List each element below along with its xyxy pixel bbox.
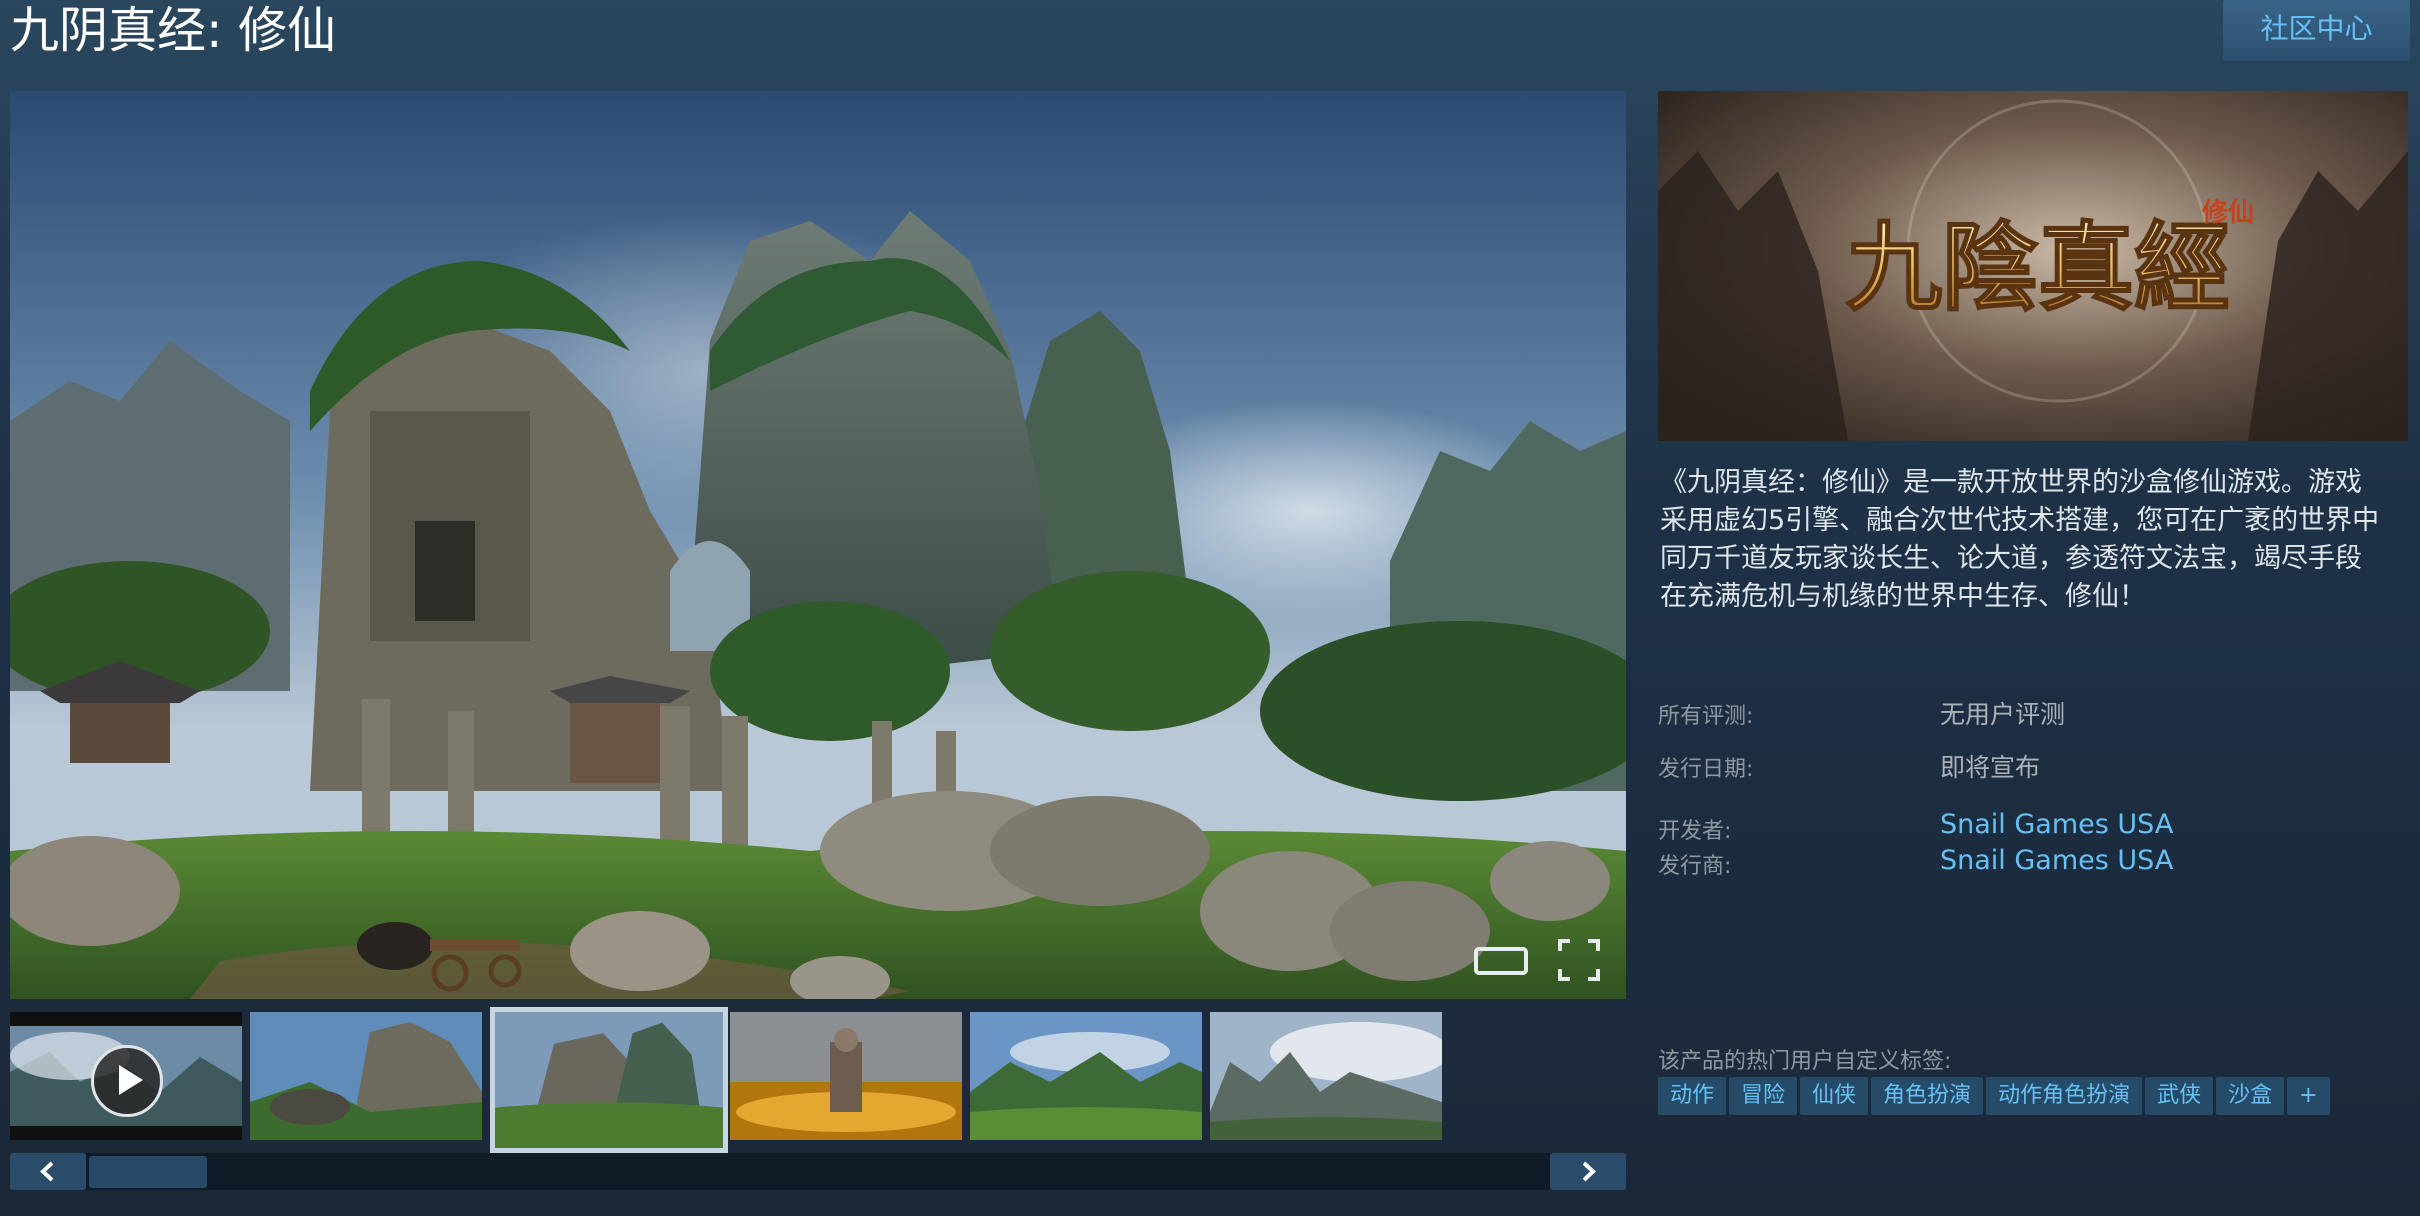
thumbnail-strip — [10, 1007, 1450, 1153]
capsule-logo-subtitle: 修仙 — [2201, 197, 2254, 228]
publisher-label: 发行商: — [1658, 854, 1732, 879]
thumbnail-image — [250, 1012, 482, 1140]
chevron-left-icon — [40, 1161, 54, 1182]
thumbnail-image — [970, 1012, 1202, 1140]
tag-adventure[interactable]: 冒险 — [1729, 1077, 1798, 1115]
thumbnail-video[interactable] — [10, 1012, 242, 1140]
thumbnail-screenshot-5[interactable] — [1210, 1012, 1442, 1140]
thumbnail-image — [730, 1012, 962, 1140]
scroll-left-button[interactable] — [10, 1153, 86, 1190]
thumbnail-screenshot-3[interactable] — [730, 1012, 962, 1140]
capsule-logo-text: 九陰真經 — [1846, 211, 2230, 324]
thumbnail-image — [1210, 1012, 1442, 1140]
thumbnail-scrollbar-handle[interactable] — [89, 1156, 207, 1188]
tag-action[interactable]: 动作 — [1658, 1077, 1727, 1115]
main-screenshot[interactable] — [10, 91, 1626, 999]
popular-tags-list: 动作 冒险 仙侠 角色扮演 动作角色扮演 武侠 沙盒 + — [1658, 1077, 2333, 1117]
reviews-label: 所有评测: — [1658, 704, 1754, 729]
scroll-right-button[interactable] — [1550, 1153, 1626, 1190]
landscape-screenshot-image — [10, 91, 1626, 999]
game-title: 九阴真经: 修仙 — [10, 2, 337, 59]
window-mode-icon[interactable] — [1474, 946, 1528, 976]
more-tags-button[interactable]: + — [2287, 1077, 2330, 1115]
thumbnail-image — [495, 1012, 723, 1148]
publisher-link[interactable]: Snail Games USA — [1940, 845, 2173, 876]
thumbnail-screenshot-2[interactable] — [490, 1007, 728, 1153]
tag-xianxia[interactable]: 仙侠 — [1800, 1077, 1869, 1115]
reviews-value: 无用户评测 — [1940, 700, 2066, 729]
thumbnail-screenshot-1[interactable] — [250, 1012, 482, 1140]
tag-rpg[interactable]: 角色扮演 — [1871, 1077, 1984, 1115]
game-header-capsule: 九陰真經 修仙 — [1658, 91, 2408, 441]
popular-tags-label: 该产品的热门用户自定义标签: — [1658, 1049, 1952, 1074]
community-hub-button[interactable]: 社区中心 — [2223, 0, 2410, 61]
tag-sandbox[interactable]: 沙盒 — [2216, 1077, 2285, 1115]
tag-action-rpg[interactable]: 动作角色扮演 — [1986, 1077, 2143, 1115]
capsule-logo-image: 九陰真經 修仙 — [1658, 91, 2408, 441]
developer-label: 开发者: — [1658, 819, 1732, 844]
tag-wuxia[interactable]: 武侠 — [2145, 1077, 2214, 1115]
release-date-label: 发行日期: — [1658, 757, 1754, 782]
chevron-right-icon — [1582, 1161, 1596, 1182]
fullscreen-icon[interactable] — [1558, 939, 1600, 981]
developer-link[interactable]: Snail Games USA — [1940, 809, 2173, 840]
play-icon — [91, 1045, 163, 1117]
game-description: 《九阴真经：修仙》是一款开放世界的沙盒修仙游戏。游戏采用虚幻5引擎、融合次世代技… — [1660, 467, 2380, 612]
thumbnail-scrollbar-track[interactable] — [10, 1153, 1626, 1190]
release-date-value: 即将宣布 — [1940, 753, 2041, 782]
thumbnail-screenshot-4[interactable] — [970, 1012, 1202, 1140]
